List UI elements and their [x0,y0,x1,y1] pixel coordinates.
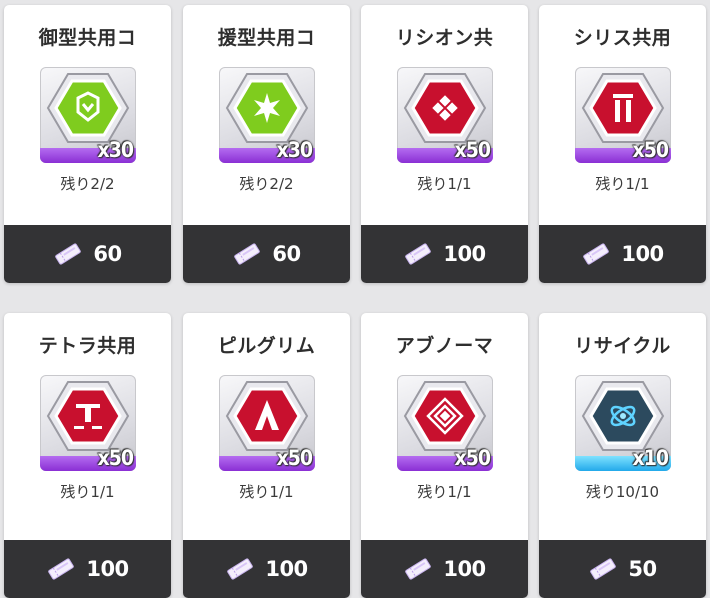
item-icon-frame: x50 [219,375,315,471]
item-quantity: x50 [276,446,313,470]
price-bar: 60 [4,225,171,283]
price-bar: 100 [361,225,528,283]
item-quantity: x10 [632,446,669,470]
item-price: 100 [443,557,486,581]
shop-item-card[interactable]: 援型共用コ x30 残り2/2 60 [183,5,350,283]
item-title: アブノーマ [395,335,494,357]
item-quantity: x50 [97,446,134,470]
item-icon-frame: x50 [397,67,493,163]
item-quantity: x50 [454,138,491,162]
item-price: 60 [93,242,122,266]
item-title: 御型共用コ [38,27,137,49]
ticket-icon [227,558,254,580]
price-bar: 100 [361,540,528,598]
item-title: リサイクル [574,335,671,357]
t-mark-icon [46,381,130,451]
gate-arch-icon [581,73,665,143]
item-icon-frame: x50 [397,375,493,471]
item-quantity: x30 [97,138,134,162]
item-title: 援型共用コ [217,27,316,49]
item-title: リシオン共 [395,27,494,49]
item-price: 50 [628,557,657,581]
price-bar: 100 [539,225,706,283]
shop-item-card[interactable]: アブノーマ x50 残り1/1 100 [361,313,528,598]
item-icon-frame: x50 [40,375,136,471]
remaining-count: 残り1/1 [595,175,650,193]
remaining-count: 残り1/1 [417,175,472,193]
ticket-icon [405,558,432,580]
shop-grid: 御型共用コ x30 残り2/2 60 援型共用コ x30 残り2/2 60 リシ… [0,0,710,598]
item-icon-frame: x30 [40,67,136,163]
a-emblem-icon [225,381,309,451]
remaining-count: 残り1/1 [417,483,472,501]
price-bar: 50 [539,540,706,598]
item-icon-frame: x30 [219,67,315,163]
ticket-icon [55,243,82,265]
remaining-count: 残り1/1 [239,483,294,501]
ticket-icon [234,243,261,265]
remaining-count: 残り1/1 [60,483,115,501]
diamond-grid-icon [403,73,487,143]
shop-item-card[interactable]: 御型共用コ x30 残り2/2 60 [4,5,171,283]
remaining-count: 残り2/2 [60,175,115,193]
ticket-icon [583,243,610,265]
item-quantity: x30 [276,138,313,162]
atom-orbit-icon [581,381,665,451]
price-bar: 100 [183,540,350,598]
item-price: 100 [265,557,308,581]
price-bar: 60 [183,225,350,283]
shop-item-card[interactable]: シリス共用 x50 残り1/1 100 [539,5,706,283]
ticket-icon [405,243,432,265]
item-title: テトラ共用 [38,335,137,357]
item-quantity: x50 [632,138,669,162]
ticket-icon [48,558,75,580]
item-price: 100 [621,242,664,266]
item-title: ピルグリム [217,335,316,357]
remaining-count: 残り2/2 [239,175,294,193]
item-price: 100 [443,242,486,266]
item-title: シリス共用 [573,27,672,49]
nested-diamond-icon [403,381,487,451]
ticket-icon [590,558,617,580]
item-quantity: x50 [454,446,491,470]
shop-item-card[interactable]: リサイクル x10 残り10/10 50 [539,313,706,598]
price-bar: 100 [4,540,171,598]
spark-star-icon [225,73,309,143]
item-icon-frame: x10 [575,375,671,471]
remaining-count: 残り10/10 [585,483,660,501]
item-icon-frame: x50 [575,67,671,163]
item-price: 60 [272,242,301,266]
shop-item-card[interactable]: リシオン共 x50 残り1/1 100 [361,5,528,283]
shop-item-card[interactable]: ピルグリム x50 残り1/1 100 [183,313,350,598]
item-price: 100 [86,557,129,581]
shield-chevron-icon [46,73,130,143]
shop-item-card[interactable]: テトラ共用 x50 残り1/1 100 [4,313,171,598]
